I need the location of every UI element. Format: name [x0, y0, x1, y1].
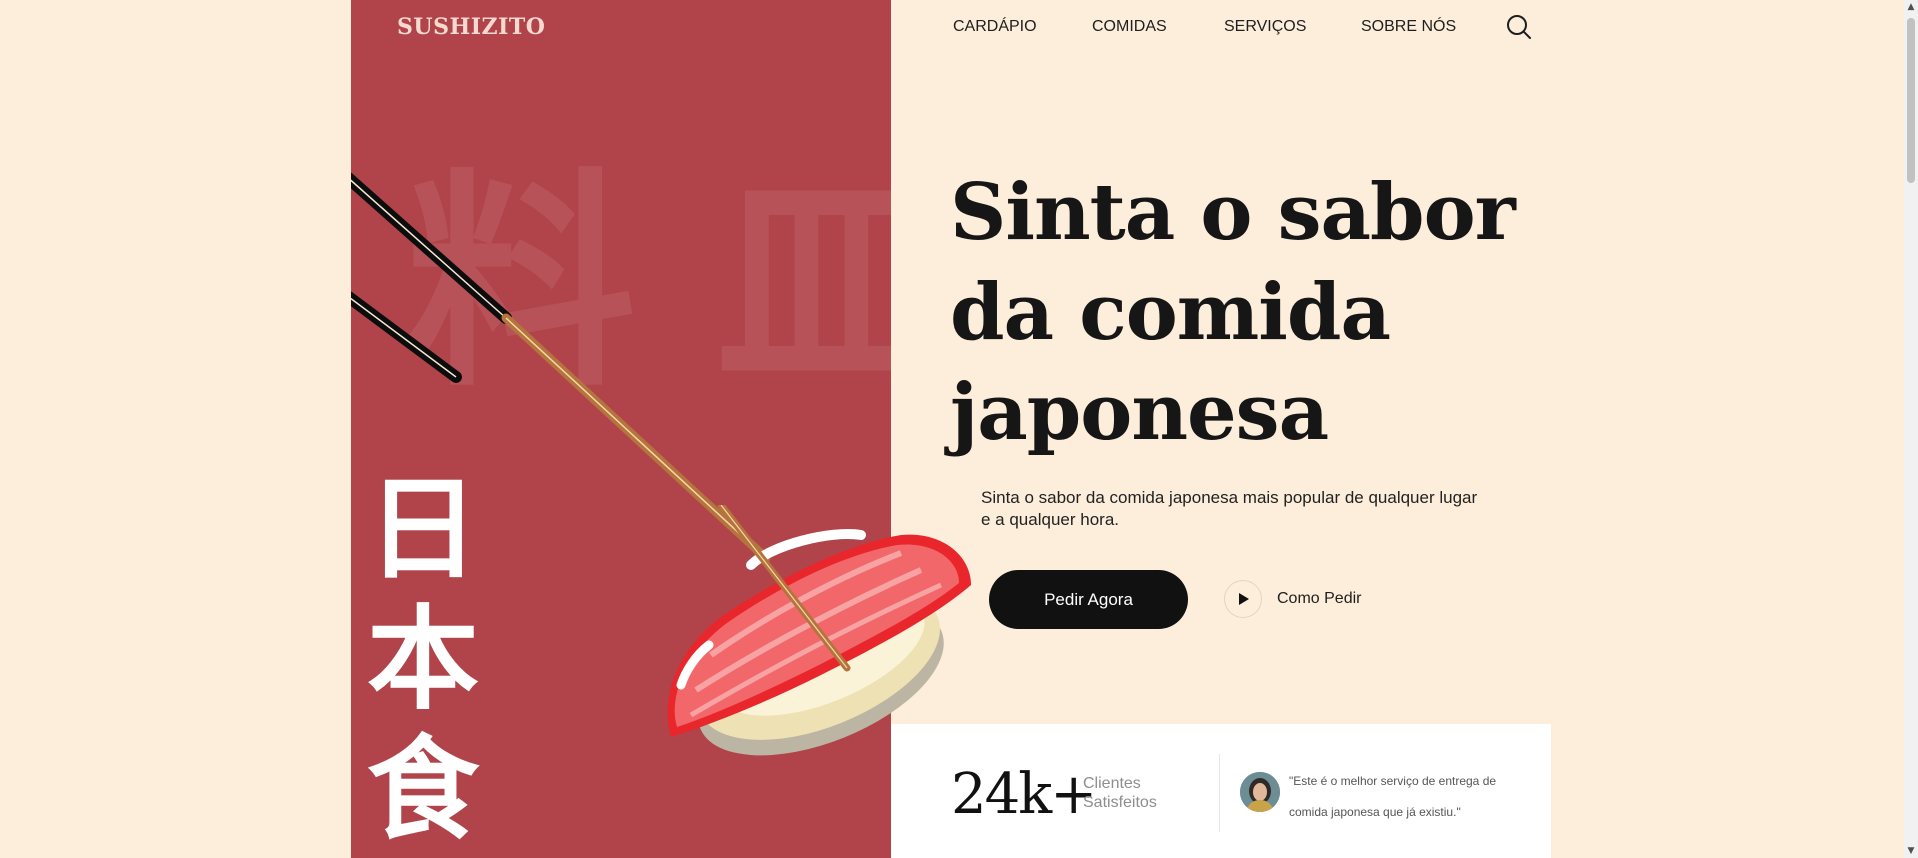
hero-headline: Sinta o sabor da comida japonesa: [950, 163, 1516, 463]
page-scrollbar[interactable]: ▲ ▼: [1904, 0, 1918, 858]
nav-item-servicos[interactable]: SERVIÇOS: [1224, 18, 1306, 36]
stats-divider: [1219, 754, 1220, 832]
landing-page: 料 皿 日 本 食 SUSHIZITO CARDÁPIO COMIDAS SER…: [0, 0, 1918, 858]
stats-card: 24k+ Clientes Satisfeitos "Este é o melh…: [891, 724, 1551, 858]
customers-count: 24k+: [951, 762, 1097, 827]
headline-line-2: da comida: [950, 267, 1391, 358]
nav-item-comidas[interactable]: COMIDAS: [1092, 18, 1167, 36]
hero-subtitle: Sinta o sabor da comida japonesa mais po…: [981, 488, 1478, 529]
customers-label: Clientes Satisfeitos: [1083, 775, 1157, 811]
headline-line-3: japonesa: [950, 367, 1329, 458]
brand-logo[interactable]: SUSHIZITO: [397, 14, 545, 40]
scroll-down-arrow[interactable]: ▼: [1906, 846, 1916, 856]
how-to-order-button[interactable]: Como Pedir: [1224, 580, 1361, 618]
avatar: [1240, 772, 1280, 812]
nav-item-sobre-nos[interactable]: SOBRE NÓS: [1361, 18, 1456, 36]
testimonial-quote: "Este é o melhor serviço de entrega de c…: [1289, 774, 1497, 819]
scroll-thumb[interactable]: [1907, 18, 1915, 183]
headline-line-1: Sinta o sabor: [950, 167, 1516, 258]
search-icon[interactable]: [1506, 14, 1532, 40]
scroll-up-arrow[interactable]: ▲: [1906, 2, 1916, 12]
play-icon[interactable]: [1224, 580, 1262, 618]
order-now-button[interactable]: Pedir Agora: [989, 570, 1188, 629]
how-to-order-label: Como Pedir: [1277, 590, 1362, 607]
nav-item-cardapio[interactable]: CARDÁPIO: [953, 18, 1037, 36]
